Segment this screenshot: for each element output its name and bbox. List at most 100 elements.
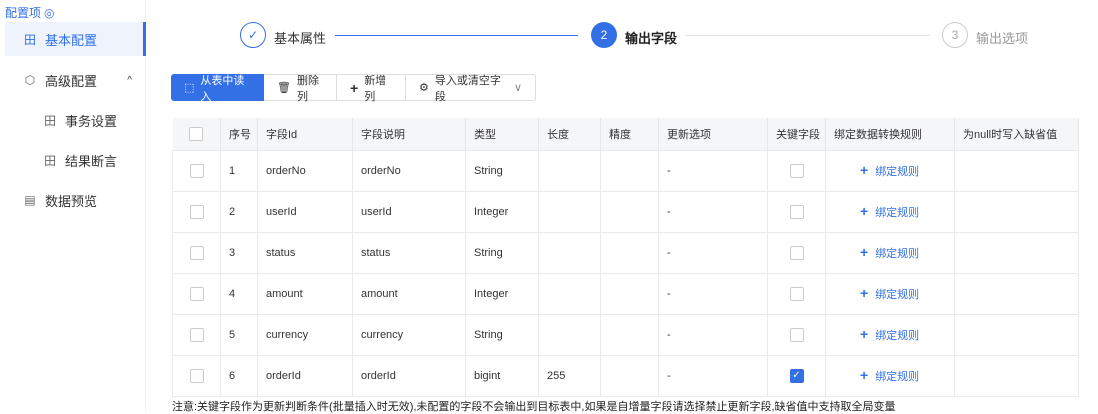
import-clear-dropdown[interactable]: ⚙ 导入或清空字段 ∨ xyxy=(406,74,536,103)
row-precision[interactable] xyxy=(600,313,659,356)
row-length[interactable] xyxy=(538,231,601,274)
row-field-desc[interactable]: orderId xyxy=(352,354,466,397)
row-field-desc[interactable]: orderNo xyxy=(352,149,466,192)
bind-rule-link[interactable]: + 绑定规则 xyxy=(825,149,955,192)
table-row: 1 orderNo orderNo String - + 绑定规则 xyxy=(172,149,1079,192)
row-update-option[interactable]: - xyxy=(658,313,768,356)
step-3-label: 输出选项 xyxy=(976,31,1029,46)
sidebar-item-advanced[interactable]: ⬡ 高级配置 ^ xyxy=(5,63,146,97)
row-type[interactable]: Integer xyxy=(465,190,539,233)
key-field-checkbox[interactable] xyxy=(767,149,826,192)
grid-icon: 田 xyxy=(23,32,36,47)
row-type[interactable]: Integer xyxy=(465,272,539,315)
row-precision[interactable] xyxy=(600,354,659,397)
step-connector xyxy=(685,35,930,36)
table-row: 6 orderId orderId bigint 255 - ✓ + 绑定规则 xyxy=(172,354,1079,397)
preview-icon: ▤ xyxy=(24,193,36,207)
row-checkbox[interactable] xyxy=(172,190,221,233)
row-type[interactable]: String xyxy=(465,313,539,356)
table-row: 2 userId userId Integer - + 绑定规则 xyxy=(172,190,1079,233)
row-field-id[interactable]: userId xyxy=(257,190,353,233)
table-header: 序号 字段Id 字段说明 类型 长度 精度 更新选项 关键字段 绑定数据转换规则… xyxy=(172,118,1079,151)
row-field-desc[interactable]: status xyxy=(352,231,466,274)
stepper: ✓ 基本属性 2 输出字段 3 输出选项 xyxy=(240,22,1040,52)
trash-icon: 🗑 xyxy=(277,82,291,94)
chevron-down-icon: ∨ xyxy=(513,82,522,94)
row-null-default[interactable] xyxy=(954,231,1079,274)
row-type[interactable]: bigint xyxy=(465,354,539,397)
row-length[interactable] xyxy=(538,149,601,192)
row-null-default[interactable] xyxy=(954,354,1079,397)
step-2-label: 输出字段 xyxy=(625,31,678,46)
row-checkbox[interactable] xyxy=(172,231,221,274)
row-type[interactable]: String xyxy=(465,231,539,274)
select-icon: ⬚ xyxy=(184,82,195,94)
header-type: 类型 xyxy=(465,118,539,151)
sidebar-item-transaction[interactable]: 田事务设置 xyxy=(5,103,146,137)
row-update-option[interactable]: - xyxy=(658,272,768,315)
row-checkbox[interactable] xyxy=(172,313,221,356)
row-precision[interactable] xyxy=(600,231,659,274)
row-precision[interactable] xyxy=(600,149,659,192)
row-field-id[interactable]: orderId xyxy=(257,354,353,397)
key-field-checkbox[interactable] xyxy=(767,190,826,233)
key-field-checkbox[interactable] xyxy=(767,272,826,315)
sidebar-item-assertion[interactable]: 田结果断言 xyxy=(5,143,146,177)
row-null-default[interactable] xyxy=(954,149,1079,192)
row-checkbox[interactable] xyxy=(172,149,221,192)
row-length[interactable]: 255 xyxy=(538,354,601,397)
row-update-option[interactable]: - xyxy=(658,149,768,192)
bind-rule-link[interactable]: + 绑定规则 xyxy=(825,354,955,397)
header-length: 长度 xyxy=(538,118,601,151)
row-null-default[interactable] xyxy=(954,313,1079,356)
sidebar-item-basic[interactable]: 田基本配置 xyxy=(5,22,146,56)
bind-rule-link[interactable]: + 绑定规则 xyxy=(825,313,955,356)
table-row: 4 amount amount Integer - + 绑定规则 xyxy=(172,272,1079,315)
header-no: 序号 xyxy=(220,118,258,151)
sidebar-item-preview[interactable]: ▤ 数据预览 xyxy=(5,183,146,217)
row-field-desc[interactable]: currency xyxy=(352,313,466,356)
row-null-default[interactable] xyxy=(954,272,1079,315)
select-all-checkbox[interactable] xyxy=(172,118,221,151)
key-field-checkbox[interactable] xyxy=(767,231,826,274)
key-field-checkbox[interactable]: ✓ xyxy=(767,354,826,397)
row-precision[interactable] xyxy=(600,190,659,233)
row-field-id[interactable]: currency xyxy=(257,313,353,356)
key-field-checkbox[interactable] xyxy=(767,313,826,356)
row-field-id[interactable]: amount xyxy=(257,272,353,315)
row-null-default[interactable] xyxy=(954,190,1079,233)
bind-rule-link[interactable]: + 绑定规则 xyxy=(825,231,955,274)
row-no: 2 xyxy=(220,190,258,233)
read-from-table-button[interactable]: ⬚ 从表中读入 xyxy=(171,74,264,103)
row-precision[interactable] xyxy=(600,272,659,315)
chevron-up-icon: ^ xyxy=(127,74,132,86)
row-type[interactable]: String xyxy=(465,149,539,192)
row-update-option[interactable]: - xyxy=(658,231,768,274)
row-length[interactable] xyxy=(538,313,601,356)
row-length[interactable] xyxy=(538,190,601,233)
target-icon: ◎ xyxy=(44,5,55,20)
row-checkbox[interactable] xyxy=(172,354,221,397)
header-field-desc: 字段说明 xyxy=(352,118,466,151)
row-field-desc[interactable]: userId xyxy=(352,190,466,233)
sidebar-title: 配置项 ◎ xyxy=(5,5,55,21)
row-field-id[interactable]: orderNo xyxy=(257,149,353,192)
row-update-option[interactable]: - xyxy=(658,190,768,233)
row-checkbox[interactable] xyxy=(172,272,221,315)
row-field-id[interactable]: status xyxy=(257,231,353,274)
fields-table: 序号 字段Id 字段说明 类型 长度 精度 更新选项 关键字段 绑定数据转换规则… xyxy=(172,118,1079,397)
row-no: 5 xyxy=(220,313,258,356)
plus-icon: + xyxy=(860,244,869,260)
plus-icon: + xyxy=(860,203,869,219)
bind-rule-link[interactable]: + 绑定规则 xyxy=(825,190,955,233)
row-no: 3 xyxy=(220,231,258,274)
step-connector xyxy=(335,35,578,36)
grid-icon: 田 xyxy=(43,153,56,168)
add-column-button[interactable]: + 新增列 xyxy=(337,74,406,103)
bind-rule-link[interactable]: + 绑定规则 xyxy=(825,272,955,315)
row-length[interactable] xyxy=(538,272,601,315)
table-row: 3 status status String - + 绑定规则 xyxy=(172,231,1079,274)
row-field-desc[interactable]: amount xyxy=(352,272,466,315)
delete-column-button[interactable]: 🗑 删除列 xyxy=(264,74,337,103)
row-update-option[interactable]: - xyxy=(658,354,768,397)
